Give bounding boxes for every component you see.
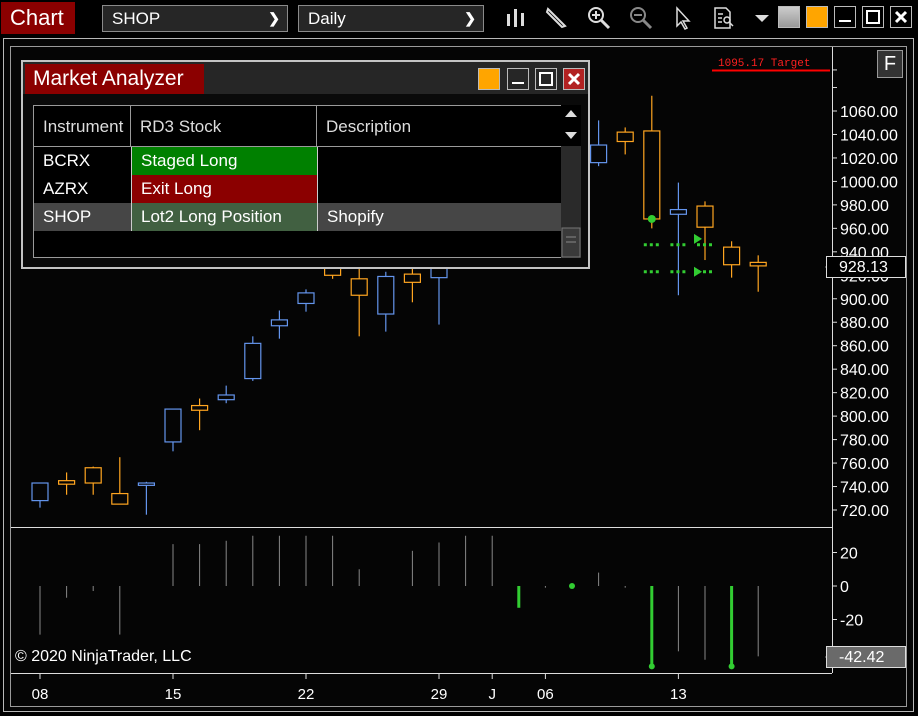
price-tick-label: 980.00 — [840, 198, 889, 215]
candle-body — [84, 467, 102, 484]
maximize-button[interactable] — [535, 68, 557, 90]
candle-body — [217, 394, 235, 401]
price-tick-label: 800.00 — [840, 409, 889, 426]
time-tick-label: 13 — [670, 686, 687, 703]
copyright-text: © 2020 NinjaTrader, LLC — [15, 648, 192, 665]
price-tick-label: 880.00 — [840, 315, 889, 332]
price-tick-label: 900.00 — [840, 292, 889, 309]
price-tick-label: 760.00 — [840, 456, 889, 473]
analyzer-grid: Instrument RD3 Stock Description BCRX St… — [33, 105, 579, 258]
price-tick-label: 840.00 — [840, 362, 889, 379]
row-1-signal[interactable]: Staged Long — [131, 147, 317, 175]
price-tick-label: 1020.00 — [840, 151, 898, 168]
column-header-rd3-stock[interactable]: RD3 Stock — [131, 106, 317, 147]
time-tick-label: 06 — [537, 686, 554, 703]
price-tick-label: 860.00 — [840, 339, 889, 356]
analyzer-header[interactable]: Market Analyzer — [23, 62, 588, 94]
row-2-description[interactable] — [317, 175, 562, 203]
price-tick-label: 780.00 — [840, 433, 889, 450]
candle-body — [244, 342, 262, 380]
row-2-instrument[interactable]: AZRX — [34, 175, 131, 203]
candle-body — [722, 246, 741, 266]
row-1-description[interactable] — [317, 147, 562, 175]
signal-arrow — [694, 266, 702, 277]
row-3-signal[interactable]: Lot2 Long Position — [131, 203, 317, 231]
minimize-button[interactable] — [507, 68, 529, 90]
candle-body — [669, 208, 688, 215]
indicator-dot — [569, 583, 575, 589]
candle-body — [643, 130, 661, 220]
link-button-orange[interactable] — [478, 68, 500, 90]
market-analyzer-window[interactable]: Market Analyzer Instrument RD3 Stock Des… — [21, 60, 590, 269]
indicator-dot — [728, 663, 735, 670]
candle-body — [164, 408, 182, 443]
time-tick-label: 22 — [298, 686, 315, 703]
row-3-instrument[interactable]: SHOP — [34, 203, 131, 231]
indicator-tick-label: 0 — [840, 579, 849, 596]
analyzer-title: Market Analyzer — [25, 64, 204, 94]
analyzer-scrollbar[interactable] — [561, 105, 581, 258]
row-1-instrument[interactable]: BCRX — [34, 147, 131, 175]
candle-body — [403, 273, 421, 283]
time-tick-label: 15 — [165, 686, 182, 703]
candle-body — [350, 278, 368, 296]
candle-body — [57, 480, 76, 485]
price-tick-label: 740.00 — [840, 480, 889, 497]
target-label: 1095.17 Target — [718, 58, 810, 70]
indicator-value-flag: -42.42 — [826, 646, 906, 668]
price-tick-label: 960.00 — [840, 221, 889, 238]
row-3-description[interactable]: Shopify — [317, 203, 562, 231]
time-tick-label: 08 — [32, 686, 49, 703]
row-2-signal[interactable]: Exit Long — [131, 175, 317, 203]
signal-arrow — [694, 233, 702, 244]
time-tick-label: J — [488, 686, 496, 703]
time-tick-label: 29 — [431, 686, 448, 703]
candle-body — [696, 205, 714, 228]
column-header-instrument[interactable]: Instrument — [34, 106, 131, 147]
price-tick-label: 1040.00 — [840, 127, 898, 144]
indicator-tick-label: 20 — [840, 546, 858, 563]
candle-body — [589, 144, 608, 164]
signal-dot — [647, 214, 656, 223]
indicator-dot — [648, 663, 655, 670]
candle-body — [616, 131, 634, 143]
candle-body — [137, 482, 155, 486]
candle-body — [111, 492, 129, 505]
close-button[interactable] — [563, 68, 585, 90]
candle-body — [430, 267, 448, 279]
candle-body — [31, 482, 49, 502]
candle-body — [749, 261, 767, 267]
f-button[interactable]: F — [877, 50, 903, 78]
candle-body — [191, 404, 209, 411]
last-price-flag: 928.13 — [826, 256, 906, 278]
price-tick-label: 820.00 — [840, 386, 889, 403]
price-tick-label: 720.00 — [840, 503, 889, 520]
candle-body — [297, 292, 315, 305]
candle-body — [270, 319, 288, 327]
column-header-description[interactable]: Description — [317, 106, 562, 147]
candle-body — [377, 275, 395, 315]
price-tick-label: 1060.00 — [840, 104, 898, 121]
indicator-tick-label: -20 — [840, 613, 863, 630]
price-tick-label: 1000.00 — [840, 174, 898, 191]
